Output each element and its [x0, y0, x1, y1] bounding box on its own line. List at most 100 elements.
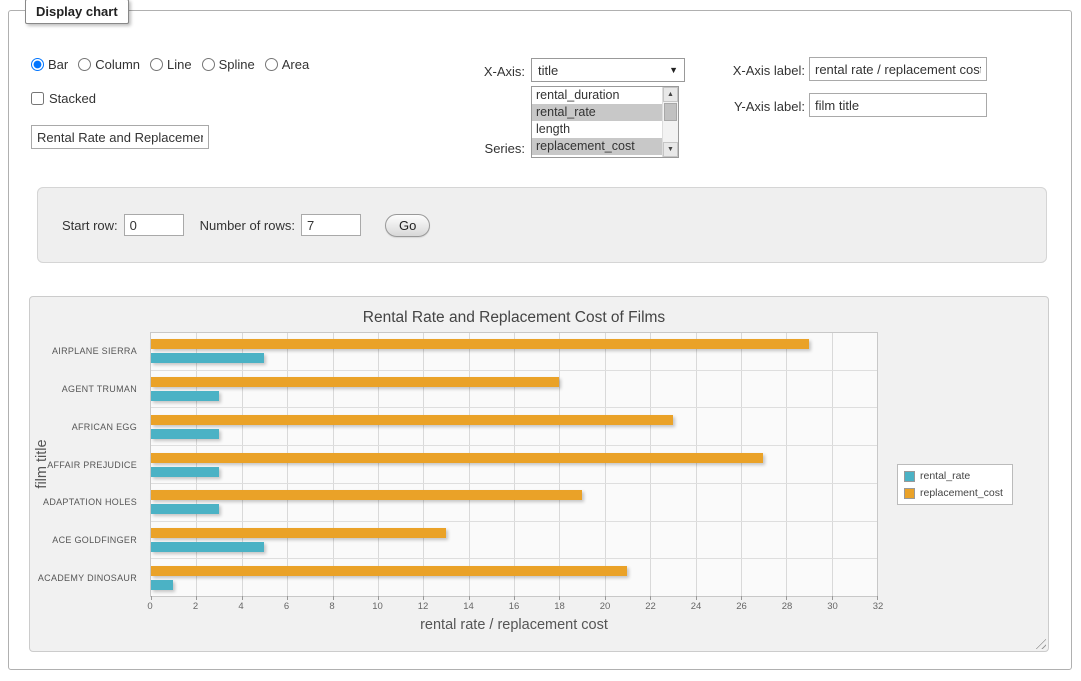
- x-axis-label-input[interactable]: [809, 57, 987, 81]
- x-axis-tickmark: [741, 596, 742, 600]
- bar-group: [151, 371, 877, 409]
- x-axis-tickmark: [242, 596, 243, 600]
- radio-option-label: Line: [167, 57, 192, 72]
- radio-option-label: Column: [95, 57, 140, 72]
- legend-swatch: [904, 488, 915, 499]
- number-of-rows-input[interactable]: [301, 214, 361, 236]
- bar-rental_rate: [151, 353, 264, 363]
- x-axis-tickmark: [832, 596, 833, 600]
- scroll-up-icon[interactable]: ▲: [663, 87, 678, 102]
- radio-option-label: Bar: [48, 57, 68, 72]
- radio-option-label: Spline: [219, 57, 255, 72]
- y-axis-label-input[interactable]: [809, 93, 987, 117]
- stacked-option[interactable]: Stacked: [31, 91, 96, 106]
- x-tick-label: 18: [554, 601, 565, 612]
- x-axis-tickmark: [151, 596, 152, 600]
- x-tick-label: 26: [736, 601, 747, 612]
- scrollbar-track[interactable]: [663, 102, 678, 142]
- chart-type-option-line[interactable]: Line: [150, 57, 192, 72]
- x-axis-tickmark: [196, 596, 197, 600]
- spline-radio[interactable]: [202, 58, 215, 71]
- bar-replacement_cost: [151, 490, 582, 500]
- area-radio[interactable]: [265, 58, 278, 71]
- series-option-rental_duration[interactable]: rental_duration: [532, 87, 662, 104]
- x-axis-ticks: 02468101214161820222426283032: [150, 601, 878, 613]
- bar-rental_rate: [151, 542, 264, 552]
- legend-item-rental_rate: rental_rate: [904, 470, 1003, 482]
- chart-type-option-bar[interactable]: Bar: [31, 57, 68, 72]
- plot-rows: [151, 333, 877, 596]
- stacked-checkbox[interactable]: [31, 92, 44, 105]
- chart-type-option-spline[interactable]: Spline: [202, 57, 255, 72]
- chart-panel: Rental Rate and Replacement Cost of Film…: [29, 296, 1049, 652]
- bar-group: [151, 446, 877, 484]
- x-axis-tickmark: [877, 596, 878, 600]
- chart-title: Rental Rate and Replacement Cost of Film…: [150, 309, 878, 327]
- chart-type-radiogroup: Bar Column Line Spline Area: [31, 57, 309, 72]
- x-axis-tickmark: [423, 596, 424, 600]
- series-option-replacement_cost[interactable]: replacement_cost: [532, 138, 662, 155]
- bar-rental_rate: [151, 467, 219, 477]
- radio-option-label: Area: [282, 57, 309, 72]
- chart-type-option-column[interactable]: Column: [78, 57, 140, 72]
- x-tick-label: 0: [147, 601, 152, 612]
- x-axis-tickmark: [559, 596, 560, 600]
- series-option-length[interactable]: length: [532, 121, 662, 138]
- x-axis-tickmark: [605, 596, 606, 600]
- line-radio[interactable]: [150, 58, 163, 71]
- category-label: AIRPLANE SIERRA: [30, 332, 144, 370]
- y-axis-label-label: Y-Axis label:: [709, 96, 805, 118]
- x-axis-select-label: X-Axis:: [421, 61, 525, 83]
- series-select-label: Series:: [421, 138, 525, 160]
- x-tick-label: 32: [873, 601, 884, 612]
- series-listbox: rental_durationrental_ratelengthreplacem…: [531, 86, 679, 158]
- scroll-down-icon[interactable]: ▼: [663, 142, 678, 157]
- plot-area: [150, 332, 878, 597]
- chart-title-input[interactable]: [31, 125, 209, 149]
- x-tick-label: 22: [645, 601, 656, 612]
- category-label: ADAPTATION HOLES: [30, 483, 144, 521]
- series-option-rental_rate[interactable]: rental_rate: [532, 104, 662, 121]
- rows-panel: Start row: Number of rows: Go: [37, 187, 1047, 263]
- x-axis-tickmark: [287, 596, 288, 600]
- x-axis-select[interactable]: title ▼: [531, 58, 685, 82]
- bar-replacement_cost: [151, 339, 809, 349]
- chart-type-option-area[interactable]: Area: [265, 57, 309, 72]
- x-tick-label: 28: [782, 601, 793, 612]
- legend-item-replacement_cost: replacement_cost: [904, 487, 1003, 499]
- bar-rental_rate: [151, 429, 219, 439]
- x-tick-label: 6: [284, 601, 289, 612]
- bar-group: [151, 522, 877, 560]
- listbox-scrollbar[interactable]: ▲ ▼: [662, 87, 678, 157]
- start-row-input[interactable]: [124, 214, 184, 236]
- x-axis-tickmark: [786, 596, 787, 600]
- x-tick-label: 24: [691, 601, 702, 612]
- category-label: ACE GOLDFINGER: [30, 521, 144, 559]
- legend-swatch: [904, 471, 915, 482]
- x-tick-label: 8: [329, 601, 334, 612]
- bar-replacement_cost: [151, 377, 559, 387]
- legend-label: rental_rate: [920, 470, 970, 482]
- x-axis-tickmark: [650, 596, 651, 600]
- category-label: AGENT TRUMAN: [30, 370, 144, 408]
- column-radio[interactable]: [78, 58, 91, 71]
- bar-group: [151, 559, 877, 596]
- bar-group: [151, 333, 877, 371]
- x-axis-tickmark: [333, 596, 334, 600]
- stacked-label: Stacked: [49, 91, 96, 106]
- series-options: rental_durationrental_ratelengthreplacem…: [532, 87, 662, 157]
- legend-label: replacement_cost: [920, 487, 1003, 499]
- resize-handle-icon[interactable]: [1033, 636, 1046, 649]
- fieldset-legend: Display chart: [25, 0, 129, 24]
- x-tick-label: 20: [600, 601, 611, 612]
- scrollbar-thumb[interactable]: [664, 103, 677, 121]
- go-button[interactable]: Go: [385, 214, 430, 237]
- chart-legend: rental_rate replacement_cost: [897, 464, 1013, 505]
- x-tick-label: 10: [372, 601, 383, 612]
- x-axis-tickmark: [696, 596, 697, 600]
- chart-x-axis-title: rental rate / replacement cost: [150, 617, 878, 633]
- display-chart-fieldset: Display chart BarColumnLineSplineArea St…: [8, 10, 1072, 670]
- bar-group: [151, 408, 877, 446]
- bar-radio[interactable]: [31, 58, 44, 71]
- bar-replacement_cost: [151, 453, 763, 463]
